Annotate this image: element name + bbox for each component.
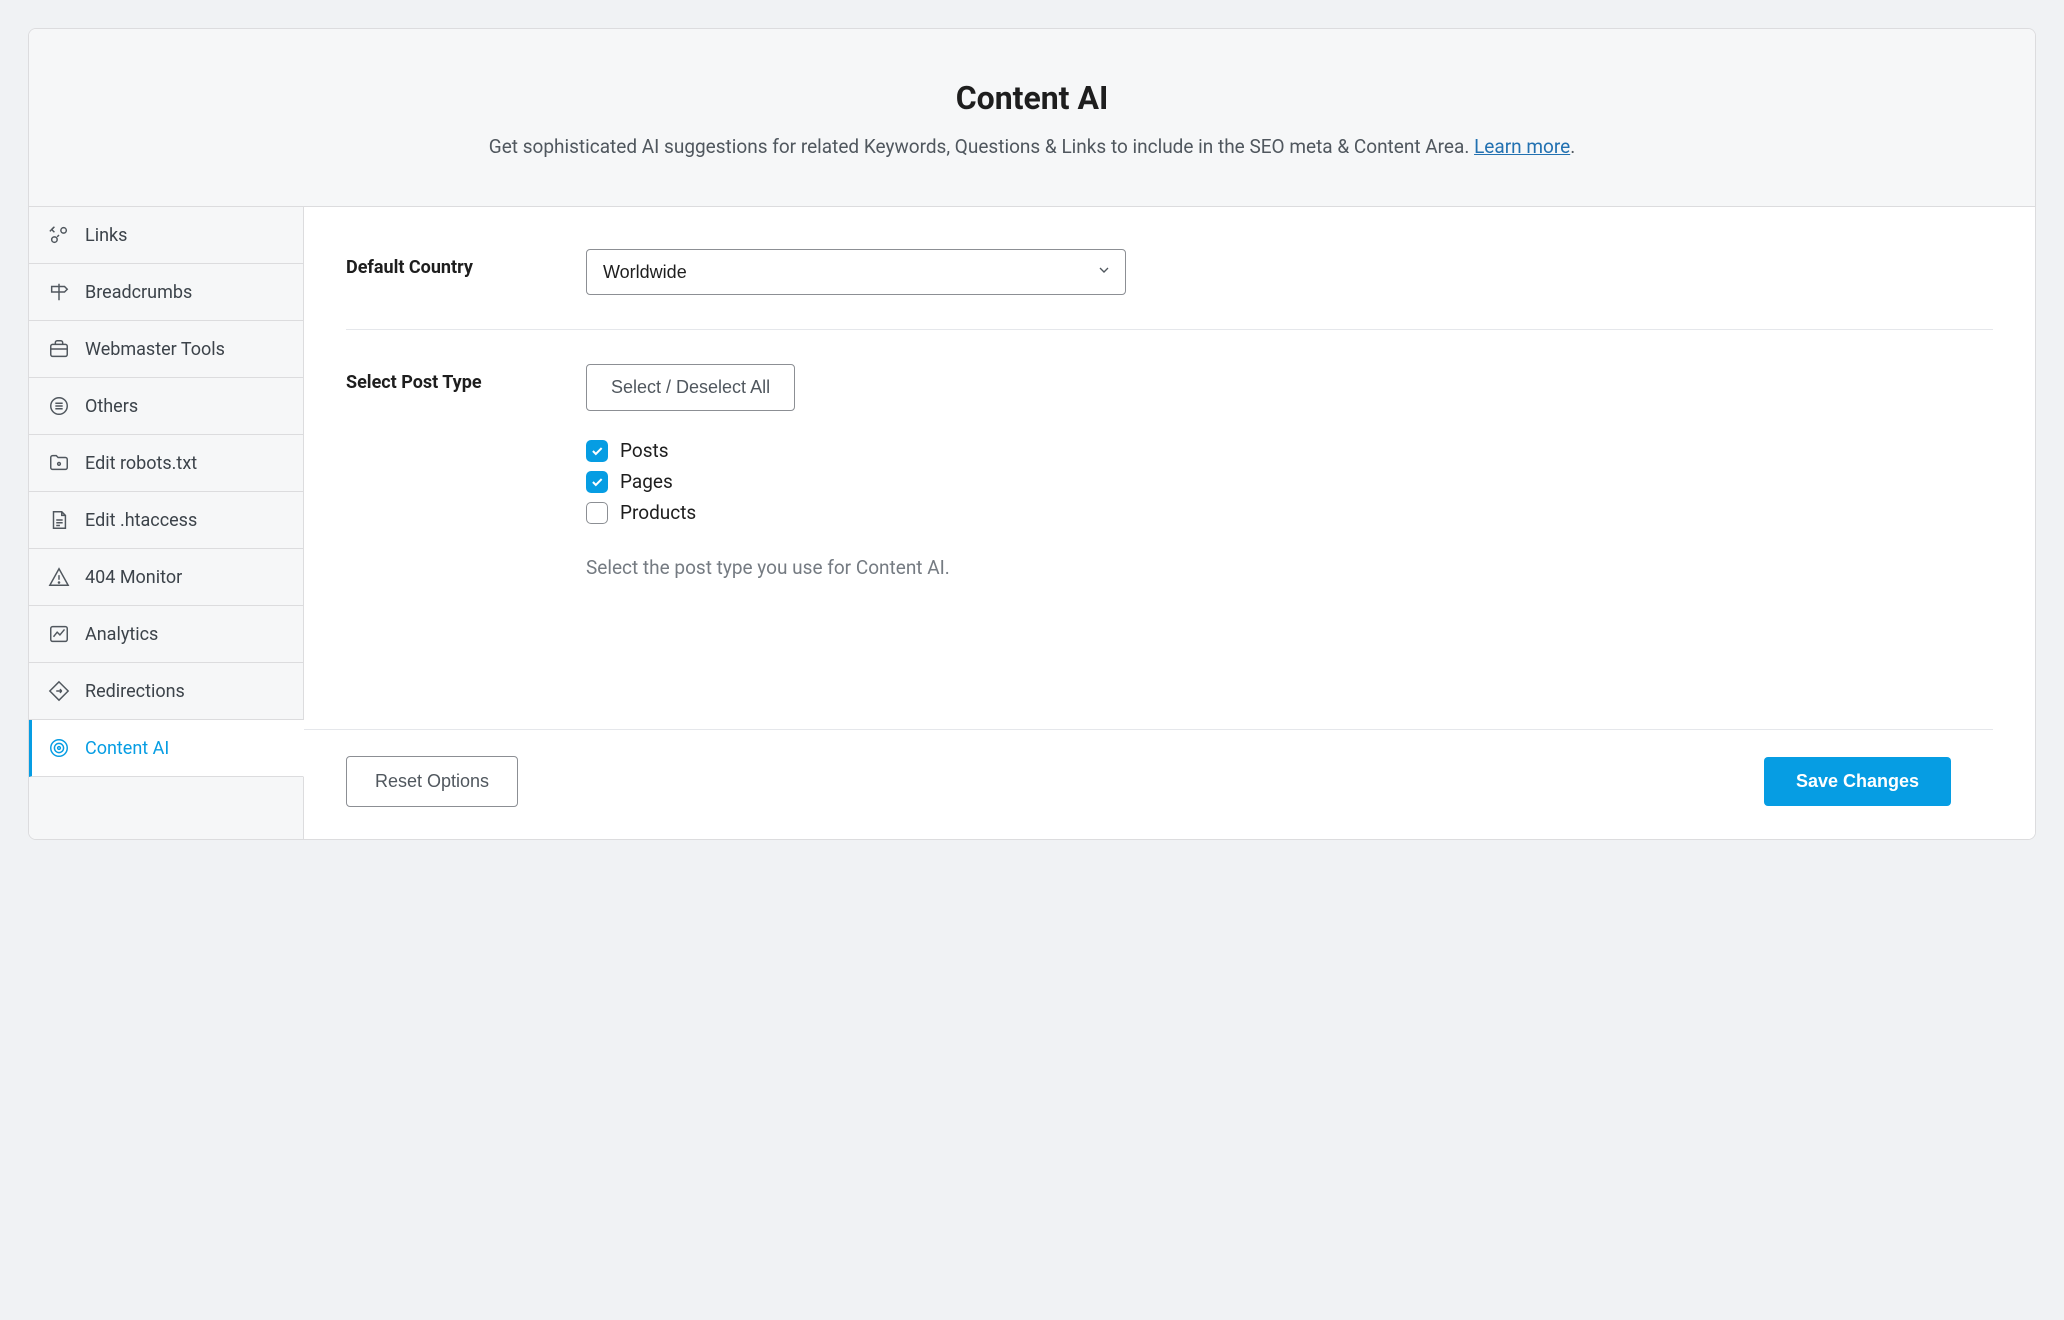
sidebar-item-label: Analytics bbox=[85, 624, 158, 645]
folder-icon bbox=[47, 451, 71, 475]
links-icon bbox=[47, 223, 71, 247]
sidebar-item-analytics[interactable]: Analytics bbox=[29, 606, 303, 663]
select-deselect-all-button[interactable]: Select / Deselect All bbox=[586, 364, 795, 411]
checkbox-indicator bbox=[586, 440, 608, 462]
checkbox-products[interactable]: Products bbox=[586, 501, 1993, 524]
briefcase-icon bbox=[47, 337, 71, 361]
sidebar-item-label: Webmaster Tools bbox=[85, 339, 225, 360]
signpost-icon bbox=[47, 280, 71, 304]
reset-options-button[interactable]: Reset Options bbox=[346, 756, 518, 807]
target-icon bbox=[47, 736, 71, 760]
checkbox-label: Posts bbox=[620, 439, 669, 462]
sidebar-item-label: Content AI bbox=[85, 738, 169, 759]
document-lines-icon bbox=[47, 508, 71, 532]
sidebar: Links Breadcrumbs Webmaster Tools Others bbox=[29, 207, 304, 839]
save-changes-button[interactable]: Save Changes bbox=[1764, 757, 1951, 806]
sidebar-item-label: Edit robots.txt bbox=[85, 453, 197, 474]
sidebar-item-label: Edit .htaccess bbox=[85, 510, 197, 531]
page-title: Content AI bbox=[69, 79, 1995, 117]
checkbox-indicator bbox=[586, 471, 608, 493]
chart-line-icon bbox=[47, 622, 71, 646]
settings-panel: Content AI Get sophisticated AI suggesti… bbox=[28, 28, 2036, 840]
sidebar-item-edit-htaccess[interactable]: Edit .htaccess bbox=[29, 492, 303, 549]
post-type-checkbox-list: Posts Pages Products bbox=[586, 439, 1993, 524]
checkbox-pages[interactable]: Pages bbox=[586, 470, 1993, 493]
default-country-select[interactable]: Worldwide bbox=[586, 249, 1126, 295]
checkbox-label: Pages bbox=[620, 470, 673, 493]
default-country-select-wrap: Worldwide bbox=[586, 249, 1126, 295]
sidebar-item-links[interactable]: Links bbox=[29, 207, 303, 264]
panel-footer: Reset Options Save Changes bbox=[304, 729, 1993, 839]
label-select-post-type: Select Post Type bbox=[346, 364, 586, 393]
warning-triangle-icon bbox=[47, 565, 71, 589]
sidebar-item-label: Redirections bbox=[85, 681, 185, 702]
sidebar-item-label: Others bbox=[85, 396, 138, 417]
learn-more-link[interactable]: Learn more bbox=[1474, 135, 1570, 158]
row-default-country: Default Country Worldwide bbox=[346, 249, 1993, 330]
checkbox-posts[interactable]: Posts bbox=[586, 439, 1993, 462]
panel-body: Links Breadcrumbs Webmaster Tools Others bbox=[29, 207, 2035, 839]
sidebar-item-others[interactable]: Others bbox=[29, 378, 303, 435]
sidebar-item-content-ai[interactable]: Content AI bbox=[29, 720, 304, 777]
circle-lines-icon bbox=[47, 394, 71, 418]
sidebar-item-label: Links bbox=[85, 225, 127, 246]
sidebar-item-breadcrumbs[interactable]: Breadcrumbs bbox=[29, 264, 303, 321]
content-area: Default Country Worldwide Sele bbox=[304, 207, 2035, 839]
sidebar-item-404-monitor[interactable]: 404 Monitor bbox=[29, 549, 303, 606]
sidebar-item-webmaster-tools[interactable]: Webmaster Tools bbox=[29, 321, 303, 378]
sidebar-item-edit-robots[interactable]: Edit robots.txt bbox=[29, 435, 303, 492]
checkbox-indicator bbox=[586, 502, 608, 524]
diamond-arrow-icon bbox=[47, 679, 71, 703]
sidebar-item-label: Breadcrumbs bbox=[85, 282, 192, 303]
sidebar-item-redirections[interactable]: Redirections bbox=[29, 663, 303, 720]
row-select-post-type: Select Post Type Select / Deselect All P… bbox=[346, 364, 1993, 613]
post-type-help-text: Select the post type you use for Content… bbox=[586, 556, 1993, 579]
panel-header: Content AI Get sophisticated AI suggesti… bbox=[29, 29, 2035, 207]
page-description: Get sophisticated AI suggestions for rel… bbox=[69, 135, 1995, 158]
checkbox-label: Products bbox=[620, 501, 696, 524]
sidebar-item-label: 404 Monitor bbox=[85, 567, 182, 588]
label-default-country: Default Country bbox=[346, 249, 586, 278]
